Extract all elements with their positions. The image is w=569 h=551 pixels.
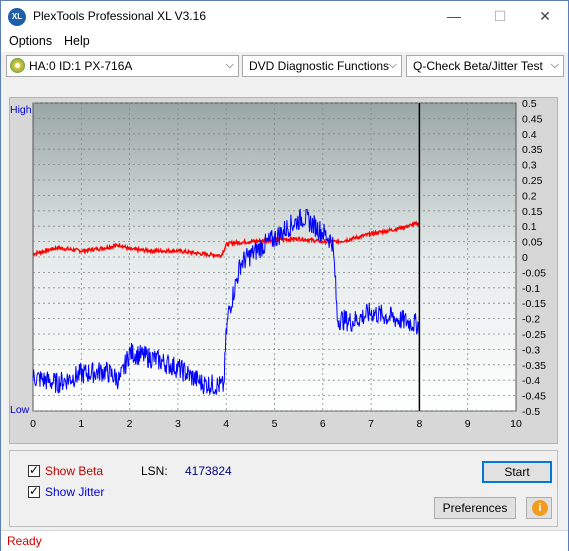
y-tick-label-right: -0.45 (522, 391, 546, 403)
y-tick-label-right: -0.4 (522, 375, 540, 387)
y-tick-label-right: -0.1 (522, 283, 540, 295)
x-tick-label: 2 (127, 418, 133, 430)
x-tick-label: 8 (416, 418, 422, 430)
test-select-value: Q-Check Beta/Jitter Test (413, 59, 543, 73)
y-tick-label-right: -0.15 (522, 298, 546, 310)
lsn-value: 4173824 (185, 464, 232, 478)
chevron-down-icon: ⌵ (225, 59, 234, 71)
y-tick-label-right: -0.2 (522, 314, 540, 326)
y-tick-label-right: -0.3 (522, 344, 540, 356)
y-tick-label-right: 0.05 (522, 237, 543, 249)
maximize-button[interactable]: ☐ (477, 1, 523, 32)
start-button[interactable]: Start (482, 461, 552, 483)
disc-drive-icon (10, 58, 25, 73)
x-tick-label: 5 (272, 418, 278, 430)
close-button[interactable]: ✕ (522, 1, 568, 32)
menu-options[interactable]: Options (9, 34, 52, 48)
x-tick-label: 10 (510, 418, 522, 430)
show-jitter-label[interactable]: Show Jitter (45, 485, 104, 499)
info-button[interactable]: i (526, 497, 552, 519)
y-tick-label-right: 0.2 (522, 190, 537, 202)
show-jitter-checkbox[interactable] (28, 484, 40, 498)
show-beta-label[interactable]: Show Beta (45, 464, 103, 478)
x-tick-label: 4 (223, 418, 229, 430)
x-tick-label: 9 (465, 418, 471, 430)
x-tick-label: 1 (78, 418, 84, 430)
y-axis-low-label: Low (10, 404, 30, 416)
x-tick-label: 6 (320, 418, 326, 430)
status-text: Ready (7, 534, 42, 548)
drive-select[interactable]: HA:0 ID:1 PX-716A ⌵ (6, 55, 239, 77)
function-select-value: DVD Diagnostic Functions (249, 59, 390, 73)
y-tick-label-right: 0 (522, 252, 528, 264)
app-window: XL PlexTools Professional XL V3.16 — ☐ ✕… (0, 0, 569, 551)
minimize-button[interactable]: — (431, 1, 477, 32)
y-tick-label-right: -0.5 (522, 406, 540, 418)
x-tick-label: 7 (368, 418, 374, 430)
function-select[interactable]: DVD Diagnostic Functions ⌵ (242, 55, 402, 77)
title-bar: XL PlexTools Professional XL V3.16 — ☐ ✕ (1, 1, 568, 32)
drive-select-value: HA:0 ID:1 PX-716A (29, 59, 133, 73)
y-tick-label-right: 0.1 (522, 221, 537, 233)
y-tick-label-right: -0.05 (522, 267, 546, 279)
chevron-down-icon: ⌵ (550, 59, 559, 71)
y-tick-label-right: 0.45 (522, 113, 543, 125)
y-axis-high-label: High (10, 104, 32, 116)
y-tick-label-right: -0.35 (522, 360, 546, 372)
x-tick-label: 3 (175, 418, 181, 430)
chevron-down-icon: ⌵ (388, 59, 397, 71)
test-select[interactable]: Q-Check Beta/Jitter Test ⌵ (406, 55, 564, 77)
options-panel: Show Beta Show Jitter LSN: 4173824 Start… (9, 450, 558, 527)
x-tick-label: 0 (30, 418, 36, 430)
y-tick-label-right: 0.35 (522, 144, 543, 156)
beta-jitter-chart: 0.5 0.45 0.4 0.35 0.3 0.25 0.2 0.15 0.1 0.05 0 -0.0… (10, 98, 546, 430)
chart-panel: 0.5 0.45 0.4 0.35 0.3 0.25 0.2 0.15 0.1 0.05 0 -0.0… (9, 97, 558, 444)
info-icon: i (532, 500, 548, 516)
menu-bar: Options Help (1, 32, 568, 52)
lsn-label: LSN: (141, 464, 168, 478)
y-tick-label-right: 0.25 (522, 175, 543, 187)
preferences-button[interactable]: Preferences (434, 497, 516, 519)
y-tick-label-right: -0.25 (522, 329, 546, 341)
y-tick-label-right: 0.4 (522, 129, 537, 141)
menu-help[interactable]: Help (64, 34, 90, 48)
show-beta-checkbox[interactable] (28, 463, 40, 477)
y-tick-label-right: 0.5 (522, 98, 537, 110)
window-title: PlexTools Professional XL V3.16 (33, 9, 206, 23)
y-tick-label-right: 0.15 (522, 206, 543, 218)
status-bar: Ready (1, 530, 568, 551)
plextools-logo-icon: XL (8, 8, 26, 26)
y-tick-label-right: 0.3 (522, 160, 537, 172)
